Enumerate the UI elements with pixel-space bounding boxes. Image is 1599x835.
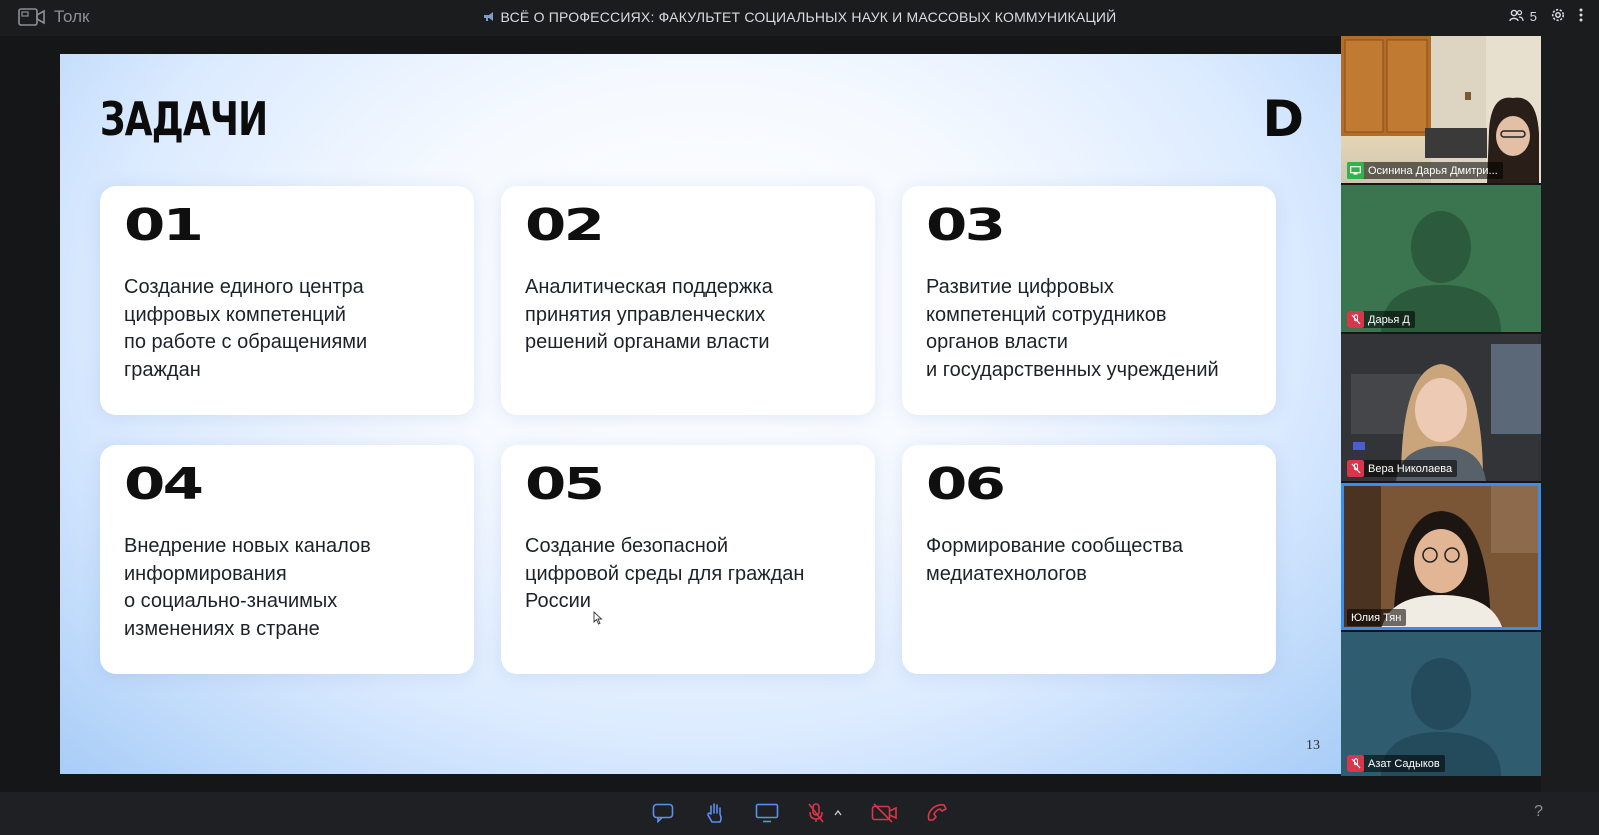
meeting-title-text: ВСЁ О ПРОФЕССИЯХ: ФАКУЛЬТЕТ СОЦИАЛЬНЫХ Н… <box>500 9 1117 25</box>
video-tile[interactable]: Вера Николаева <box>1341 334 1541 481</box>
video-tile[interactable]: Азат Садыков <box>1341 632 1541 776</box>
video-tile[interactable]: Дарья Д <box>1341 185 1541 332</box>
slide-title: ЗАДАЧИ <box>100 92 268 146</box>
participant-label: Дарья Д <box>1347 311 1415 328</box>
mic-off-icon <box>1347 311 1364 328</box>
task-card: 02 Аналитическая поддержка принятия упра… <box>501 186 875 415</box>
participant-label: Вера Николаева <box>1347 460 1458 477</box>
participants-panel: Осинина Дарья Дмитри... Дарья Д Вера Ник… <box>1341 36 1541 792</box>
bottom-toolbar: ? <box>0 792 1599 835</box>
participant-label: Юлия Тян <box>1347 609 1407 626</box>
task-text: Аналитическая поддержка принятия управле… <box>525 276 773 353</box>
raise-hand-icon[interactable] <box>700 801 730 825</box>
task-number: 01 <box>124 200 204 251</box>
video-feed <box>1341 334 1541 481</box>
more-options-icon[interactable] <box>1579 8 1583 25</box>
video-tile[interactable]: Осинина Дарья Дмитри... <box>1341 36 1541 183</box>
mic-off-icon <box>1347 755 1364 772</box>
task-number: 06 <box>926 459 1006 510</box>
top-bar: Толк ВСЁ О ПРОФЕССИЯХ: ФАКУЛЬТЕТ СОЦИАЛЬ… <box>0 0 1599 36</box>
meeting-title: ВСЁ О ПРОФЕССИЯХ: ФАКУЛЬТЕТ СОЦИАЛЬНЫХ Н… <box>0 9 1599 25</box>
mouse-cursor-icon <box>593 610 603 630</box>
task-text: Внедрение новых каналов информирования о… <box>124 535 371 640</box>
chat-icon[interactable] <box>648 801 678 825</box>
participant-count: 5 <box>1529 9 1537 24</box>
participants-button[interactable]: 5 <box>1509 9 1537 25</box>
slide-page-number: 13 <box>1306 738 1320 753</box>
task-number: 04 <box>124 459 204 510</box>
megaphone-icon <box>483 9 495 25</box>
task-card: 05 Создание безопасной цифровой среды дл… <box>501 445 875 674</box>
slide-logo: D <box>1262 90 1304 148</box>
task-text: Создание безопасной цифровой среды для г… <box>525 535 805 612</box>
presentation-slide: ЗАДАЧИ D 01 Создание единого центра цифр… <box>60 54 1342 774</box>
task-number: 03 <box>926 200 1006 251</box>
help-button[interactable]: ? <box>1534 803 1543 821</box>
task-text: Создание единого центра цифровых компете… <box>124 276 368 381</box>
participant-name: Дарья Д <box>1368 313 1410 326</box>
mic-off-icon <box>1347 460 1364 477</box>
video-feed <box>1341 483 1541 630</box>
camera-off-icon[interactable] <box>870 801 900 825</box>
participant-name: Юлия Тян <box>1351 611 1402 624</box>
hang-up-icon[interactable] <box>922 801 952 825</box>
screen-share-icon <box>1347 162 1364 179</box>
participant-name: Вера Николаева <box>1368 462 1453 475</box>
participant-label: Азат Садыков <box>1347 755 1445 772</box>
task-card: 01 Создание единого центра цифровых комп… <box>100 186 474 415</box>
task-text: Развитие цифровых компетенций сотруднико… <box>926 276 1219 381</box>
settings-icon[interactable] <box>1551 8 1565 25</box>
shared-screen: ЗАДАЧИ D 01 Создание единого центра цифр… <box>0 36 1342 792</box>
participant-name: Азат Садыков <box>1368 757 1440 770</box>
people-icon <box>1509 9 1524 25</box>
video-tile-active[interactable]: Юлия Тян <box>1341 483 1541 630</box>
task-text: Формирование сообщества медиатехнологов <box>926 535 1184 585</box>
task-card: 03 Развитие цифровых компетенций сотрудн… <box>902 186 1276 415</box>
avatar-silhouette <box>1381 211 1501 332</box>
task-card: 06 Формирование сообщества медиатехнолог… <box>902 445 1276 674</box>
task-number: 02 <box>525 200 605 251</box>
video-feed <box>1341 36 1541 183</box>
screen-share-icon[interactable] <box>752 801 782 825</box>
participant-name: Осинина Дарья Дмитри... <box>1368 164 1498 177</box>
task-card: 04 Внедрение новых каналов информировани… <box>100 445 474 674</box>
task-number: 05 <box>525 459 605 510</box>
participant-label: Осинина Дарья Дмитри... <box>1347 162 1503 179</box>
mic-off-icon[interactable] <box>804 801 848 825</box>
